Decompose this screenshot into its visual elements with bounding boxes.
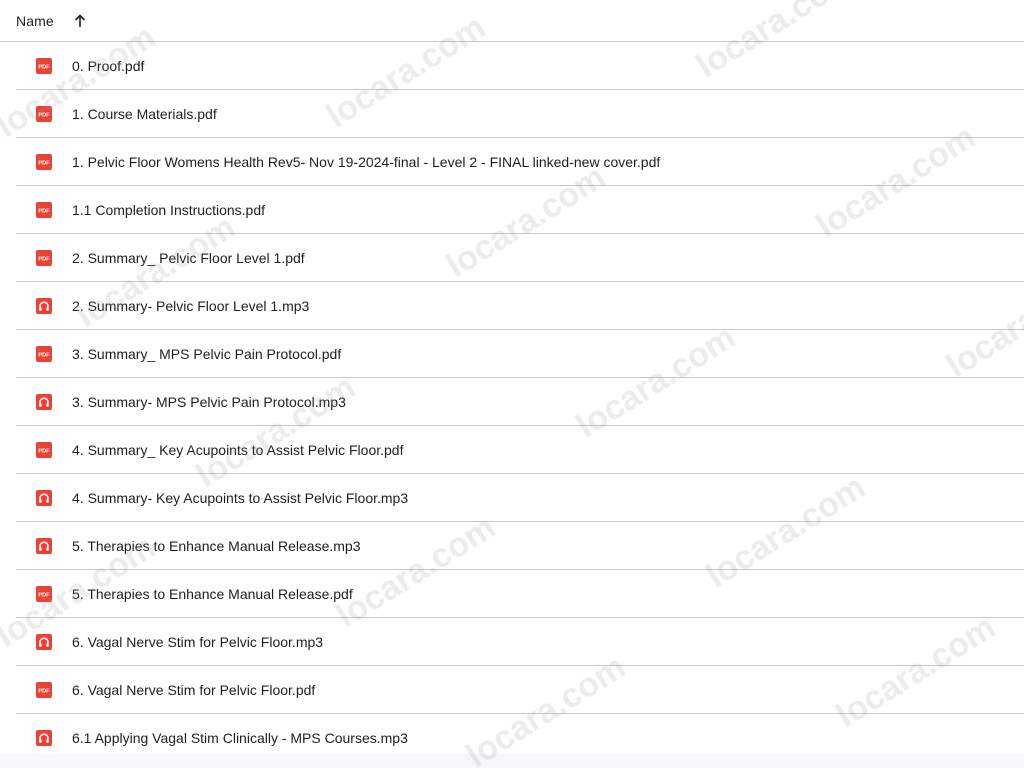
pdf-file-icon: PDF [36,249,52,266]
file-name: 1.1 Completion Instructions.pdf [72,201,265,218]
file-name: 2. Summary_ Pelvic Floor Level 1.pdf [72,249,305,266]
file-row[interactable]: PDF 1.1 Completion Instructions.pdf [16,186,1024,234]
pdf-file-icon: PDF [36,441,52,458]
svg-text:PDF: PDF [38,208,50,214]
file-list: PDF 0. Proof.pdf PDF 1. Course Materials.pd… [16,42,1024,762]
file-row[interactable]: PDF 0. Proof.pdf [16,42,1024,90]
file-name: 6.1 Applying Vagal Stim Clinically - MPS… [72,730,408,746]
file-row[interactable]: PDF 2. Summary_ Pelvic Floor Level 1.pdf [16,234,1024,282]
svg-text:PDF: PDF [38,448,50,454]
file-row[interactable]: PDF 5. Therapies to Enhance Manual Releas… [16,570,1024,618]
pdf-file-icon: PDF [36,585,52,602]
file-name: 4. Summary- Key Acupoints to Assist Pelv… [72,489,409,506]
file-name: 1. Course Materials.pdf [72,105,217,122]
file-row[interactable]: PDF 1. Pelvic Floor Womens Health Rev5- N… [16,138,1024,186]
svg-text:PDF: PDF [38,592,50,598]
footer-band [0,754,1024,768]
file-row[interactable]: 2. Summary- Pelvic Floor Level 1.mp3 [16,282,1024,330]
svg-text:PDF: PDF [38,160,50,166]
file-name: 4. Summary_ Key Acupoints to Assist Pelv… [72,441,404,458]
file-row[interactable]: PDF 4. Summary_ Key Acupoints to Assist P… [16,426,1024,474]
file-name: 3. Summary- MPS Pelvic Pain Protocol.mp3 [72,393,346,410]
pdf-file-icon: PDF [36,201,52,218]
list-header: Name [0,0,1024,42]
file-name: 6. Vagal Nerve Stim for Pelvic Floor.mp3 [72,633,324,650]
svg-text:PDF: PDF [38,112,50,118]
file-row[interactable]: 5. Therapies to Enhance Manual Release.m… [16,522,1024,570]
file-name: 3. Summary_ MPS Pelvic Pain Protocol.pdf [72,345,342,362]
file-name: 1. Pelvic Floor Womens Health Rev5- Nov … [72,153,661,170]
svg-text:PDF: PDF [38,352,50,358]
audio-file-icon [36,297,52,314]
file-name: 5. Therapies to Enhance Manual Release.p… [72,585,353,602]
audio-file-icon [36,730,52,746]
audio-file-icon [36,393,52,410]
file-row[interactable]: 6. Vagal Nerve Stim for Pelvic Floor.mp3 [16,618,1024,666]
pdf-file-icon: PDF [36,345,52,362]
file-row[interactable]: 4. Summary- Key Acupoints to Assist Pelv… [16,474,1024,522]
pdf-file-icon: PDF [36,681,52,698]
pdf-file-icon: PDF [36,57,52,74]
sort-ascending-button[interactable] [68,9,92,33]
pdf-file-icon: PDF [36,105,52,122]
arrow-up-icon [74,13,85,27]
svg-text:PDF: PDF [38,256,50,262]
file-name: 2. Summary- Pelvic Floor Level 1.mp3 [72,297,310,314]
file-row[interactable]: PDF 6. Vagal Nerve Stim for Pelvic Floor.… [16,666,1024,714]
audio-file-icon [36,489,52,506]
file-name: 5. Therapies to Enhance Manual Release.m… [72,537,361,554]
name-column-header[interactable]: Name [16,13,54,29]
svg-text:PDF: PDF [38,688,50,694]
svg-text:PDF: PDF [38,64,50,70]
file-row[interactable]: PDF 1. Course Materials.pdf [16,90,1024,138]
audio-file-icon [36,633,52,650]
audio-file-icon [36,537,52,554]
file-name: 0. Proof.pdf [72,57,145,74]
file-browser: Name PDF 0. Proof.pdf PDF 1. Course Materia… [0,0,1024,768]
file-name: 6. Vagal Nerve Stim for Pelvic Floor.pdf [72,681,316,698]
file-row[interactable]: PDF 3. Summary_ MPS Pelvic Pain Protocol.… [16,330,1024,378]
pdf-file-icon: PDF [36,153,52,170]
file-row[interactable]: 3. Summary- MPS Pelvic Pain Protocol.mp3 [16,378,1024,426]
